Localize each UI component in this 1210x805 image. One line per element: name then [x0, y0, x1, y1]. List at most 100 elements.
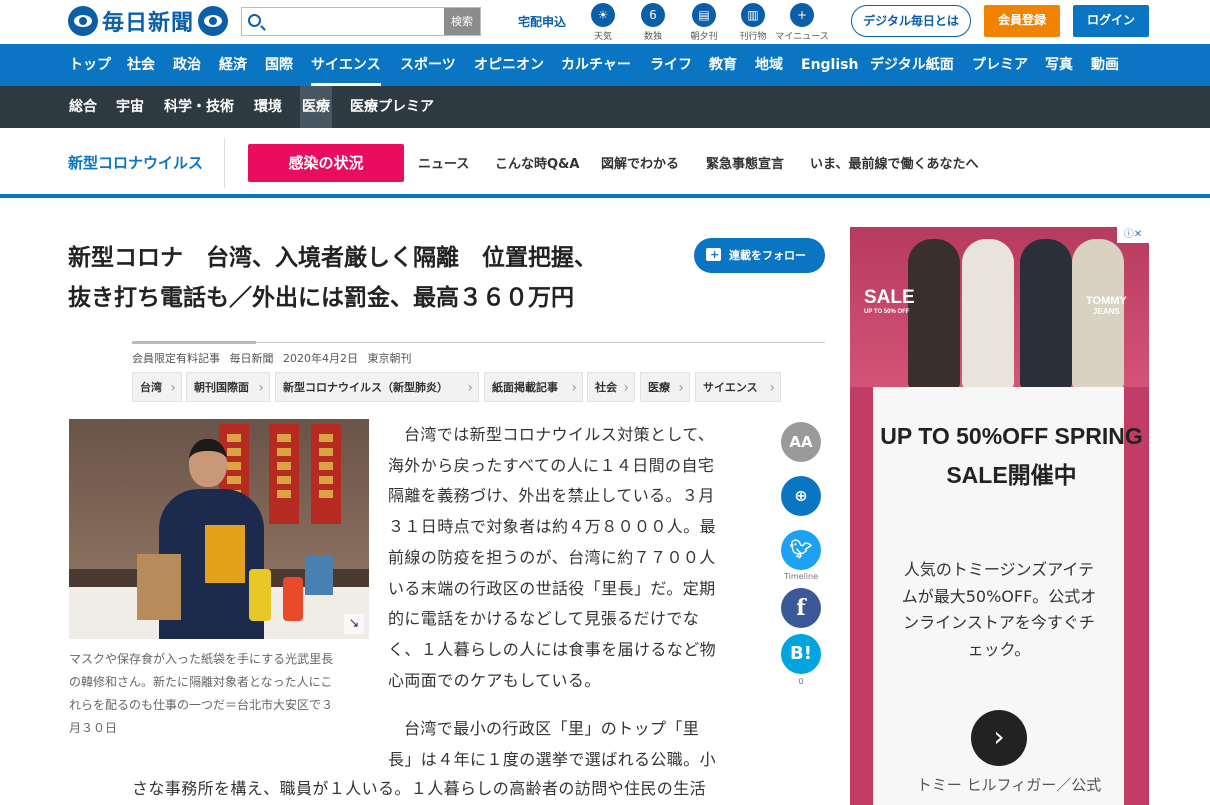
article-photo[interactable]: ↘ — [69, 419, 369, 639]
nav-item-opinion[interactable]: オピニオン — [474, 44, 544, 86]
publish-date: 2020年4月2日 — [283, 352, 358, 365]
divider — [132, 341, 825, 344]
search-button[interactable]: 検索 — [444, 8, 480, 35]
tag-international[interactable]: 朝刊国際面 — [186, 372, 270, 403]
subnav-item-tech[interactable]: 科学・技術 — [164, 86, 234, 128]
login-button[interactable]: ログイン — [1073, 5, 1149, 37]
tag-print-article[interactable]: 紙面掲載記事 — [484, 372, 583, 403]
ad-headline: UP TO 50%OFF SPRING SALE開催中 — [880, 423, 1143, 488]
nav-item-economy[interactable]: 経済 — [219, 44, 247, 86]
article-body: 台湾では新型コロナウイルス対策として、 海外から戻ったすべての人に１４日間の自宅… — [388, 420, 760, 696]
divider — [224, 138, 225, 188]
main-nav: トップ 社会 政治 経済 国際 サイエンス スポーツ オピニオン カルチャー ラ… — [0, 44, 1210, 86]
covid-link-qa[interactable]: こんな時Q&A — [495, 153, 579, 172]
tag-science[interactable]: サイエンス — [695, 372, 781, 403]
tag-covid[interactable]: 新型コロナウイルス（新型肺炎） — [275, 372, 479, 403]
weather-link[interactable]: ☀ 天気 — [575, 3, 631, 42]
covid-link-emergency[interactable]: 緊急事態宣言 — [706, 153, 784, 172]
advertisement[interactable]: SALE UP TO 50% OFF TOMMY JEANS ⓘ✕ UP TO … — [850, 227, 1149, 805]
photo-caption: マスクや保存食が入った紙袋を手にする光武里長の韓修和さん。新たに隔離対象者となっ… — [69, 652, 334, 735]
ad-advertiser: トミー ヒルフィガー／公式 — [916, 776, 1102, 794]
nav-item-top[interactable]: トップ — [69, 44, 111, 86]
subnav-item-general[interactable]: 総合 — [69, 86, 97, 128]
ad-choices-icon[interactable]: ⓘ✕ — [1117, 227, 1149, 243]
sudoku-label: 数独 — [643, 32, 662, 42]
body-line: 長」は４年に１度の選挙で選ばれる公職。小 — [388, 749, 717, 769]
facebook-share-button[interactable]: f — [781, 588, 821, 628]
editions-label: 朝夕刊 — [690, 32, 718, 42]
body-line: 台湾では新型コロナウイルス対策として、 — [404, 425, 715, 444]
ad-brand-logo: TOMMY JEANS — [1086, 295, 1127, 316]
member-only-label: 会員限定有料記事 — [132, 352, 220, 365]
tag-medical[interactable]: 医療 — [640, 372, 690, 403]
logo-emblem-icon — [68, 6, 98, 36]
covid-topic-bar: 新型コロナウイルス 感染の状況 ニュース こんな時Q&A 図解でわかる 緊急事態… — [0, 128, 1210, 198]
digital-about-button[interactable]: デジタル毎日とは — [851, 5, 971, 37]
nav-item-english[interactable]: English — [801, 44, 858, 86]
ad-sale-sub: UP TO 50% OFF — [864, 309, 910, 315]
nav-item-video[interactable]: 動画 — [1091, 44, 1119, 86]
edition-label: 東京朝刊 — [367, 352, 412, 365]
sudoku-link[interactable]: 6 数独 — [625, 3, 681, 42]
mynews-link[interactable]: + マイニュース — [774, 3, 830, 42]
follow-share-button[interactable]: ⊕ — [781, 476, 821, 516]
tag-society[interactable]: 社会 — [587, 372, 635, 403]
body-line: 隔離を義務づけ、外出を禁止している。３月 — [388, 486, 715, 506]
body-line: 前線の防疫を担うのが、台湾に約７７００人 — [388, 547, 716, 567]
covid-topic-title[interactable]: 新型コロナウイルス — [68, 152, 203, 173]
editions-link[interactable]: ▤ 朝夕刊 — [676, 3, 732, 42]
hatena-bookmark-button[interactable]: B! — [781, 634, 821, 674]
covid-link-illustrated[interactable]: 図解でわかる — [601, 153, 679, 172]
article-body-line: さな事務所を構え、職員が１人いる。１人暮らしの高齢者の訪問や住民の生活 — [132, 779, 707, 798]
follow-icon — [706, 237, 721, 272]
nav-item-sports[interactable]: スポーツ — [400, 44, 456, 86]
twitter-share-button[interactable]: 🐦︎ — [781, 530, 821, 570]
follow-series-button[interactable]: 連載をフォロー — [694, 237, 825, 273]
newspaper-icon: ▤ — [692, 3, 716, 27]
article-headline: 新型コロナ 台湾、入境者厳しく隔離 位置把握、 抜き打ち電話も／外出には罰金、最… — [68, 238, 678, 318]
nav-item-international[interactable]: 国際 — [265, 44, 293, 86]
body-line: 心両面でのケアもしている。 — [388, 670, 601, 690]
nav-item-education[interactable]: 教育 — [709, 44, 737, 86]
subnav-item-space[interactable]: 宇宙 — [116, 86, 144, 128]
covid-link-news[interactable]: ニュース — [418, 153, 469, 172]
mynews-label: マイニュース — [775, 32, 829, 42]
site-header: 毎日新聞 検索 宅配申込 ☀ 天気 6 数独 ▤ 朝夕刊 ▥ 刊行物 + マイニ… — [0, 0, 1210, 44]
nav-item-politics[interactable]: 政治 — [173, 44, 201, 86]
nav-item-premier[interactable]: プレミア — [972, 44, 1028, 86]
subnav-item-medical-premier[interactable]: 医療プレミア — [350, 86, 434, 128]
article-body-paragraph-2: 台湾で最小の行政区「里」のトップ「里 長」は４年に１度の選挙で選ばれる公職。小 — [388, 714, 760, 775]
twitter-bird-icon: 🐦︎ — [789, 539, 813, 560]
covid-link-frontline[interactable]: いま、最前線で働くあなたへ — [810, 153, 978, 172]
nav-item-society[interactable]: 社会 — [127, 44, 155, 86]
body-line: ３１日時点で対象者は約４万８０００人。最 — [388, 517, 717, 537]
register-button[interactable]: 会員登録 — [984, 5, 1060, 37]
nav-item-region[interactable]: 地域 — [755, 44, 783, 86]
subscribe-delivery-link[interactable]: 宅配申込 — [518, 13, 566, 30]
mynews-icon: + — [790, 3, 814, 27]
nav-item-digital-paper[interactable]: デジタル紙面 — [870, 44, 954, 86]
subnav-item-medical[interactable]: 医療 — [300, 86, 332, 128]
search-input[interactable] — [268, 10, 438, 33]
subnav-item-environment[interactable]: 環境 — [254, 86, 282, 128]
font-size-button[interactable]: AA — [781, 422, 821, 462]
publications-label: 刊行物 — [739, 32, 767, 42]
tag-taiwan[interactable]: 台湾 — [132, 372, 182, 403]
publications-link[interactable]: ▥ 刊行物 — [725, 3, 781, 42]
nav-item-photo[interactable]: 写真 — [1045, 44, 1073, 86]
hatena-count: 0 — [798, 677, 804, 686]
nav-item-culture[interactable]: カルチャー — [561, 44, 631, 86]
body-line: く、１人暮らしの人には食事を届けるなど物 — [388, 639, 717, 659]
site-logo[interactable]: 毎日新聞 — [68, 6, 229, 36]
headline-line: 新型コロナ 台湾、入境者厳しく隔離 位置把握、 — [68, 245, 597, 271]
ad-brand: TOMMY — [1086, 295, 1127, 307]
ad-next-button[interactable]: › — [971, 710, 1027, 766]
nav-item-science[interactable]: サイエンス — [311, 44, 381, 86]
nav-item-life[interactable]: ライフ — [650, 44, 692, 86]
expand-icon[interactable]: ↘ — [344, 614, 364, 634]
sub-nav: 総合 宇宙 科学・技術 環境 医療 医療プレミア — [0, 86, 1210, 128]
infection-status-button[interactable]: 感染の状況 — [248, 144, 404, 182]
body-line: 的に電話をかけるなどして見張るだけでな — [388, 609, 700, 629]
ad-sale-badge: SALE UP TO 50% OFF — [864, 287, 915, 315]
hatena-icon: B! — [790, 643, 812, 664]
